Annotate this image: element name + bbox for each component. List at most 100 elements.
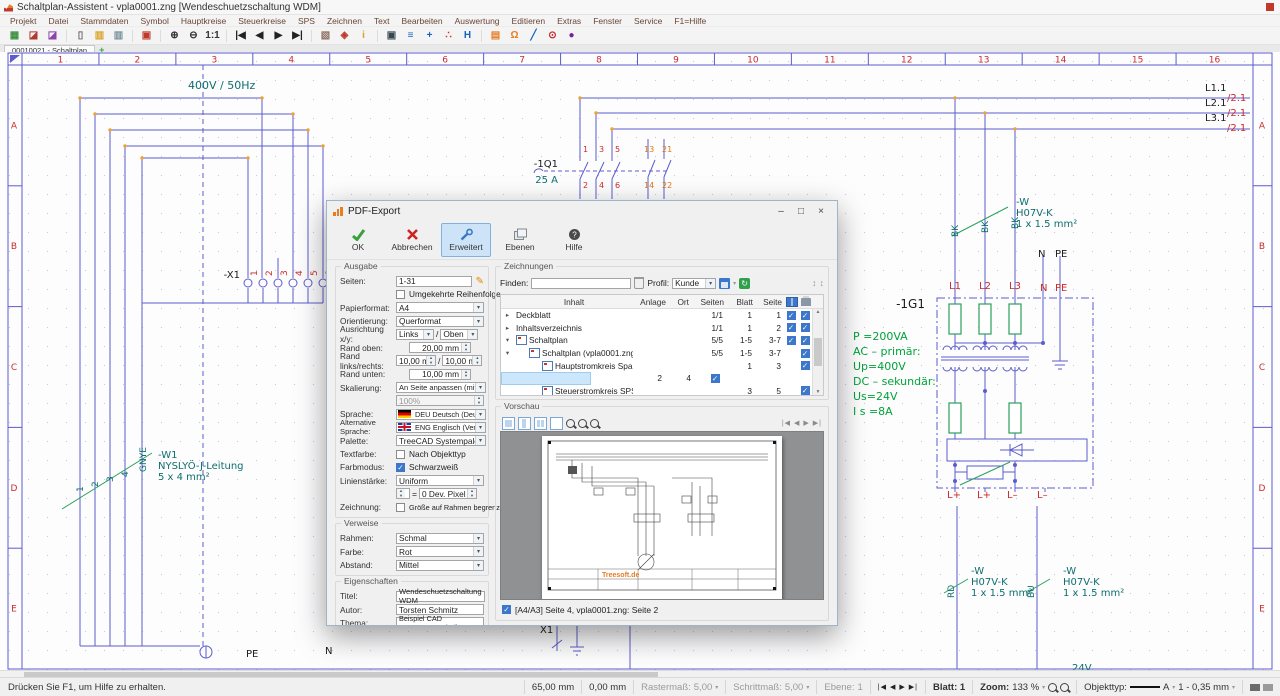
object-type-control[interactable]: Objekttyp: A▾ 1 - 0,35 mm▾ (1076, 680, 1242, 694)
wrench-icon[interactable]: ╱ (525, 29, 542, 43)
table-row[interactable]: ▸Inhaltsverzeichnis1/112 (501, 322, 812, 335)
preview-zoom-reset-icon[interactable] (590, 419, 599, 428)
print-checkbox[interactable] (801, 323, 810, 332)
chevron-down-icon[interactable]: ▾ (733, 280, 736, 287)
two-page-icon[interactable] (534, 417, 547, 430)
export-project-icon[interactable]: ◪ (44, 29, 61, 43)
table-row[interactable]: Steuerstromkreis SPS-Gesamtdarstellung35 (501, 385, 812, 395)
margin-top-spinner[interactable]: 20,00 mm▴▾ (409, 342, 471, 353)
menu-editieren[interactable]: Editieren (506, 16, 552, 26)
menu-sps[interactable]: SPS (292, 16, 321, 26)
menu-auswertung[interactable]: Auswertung (449, 16, 506, 26)
advanced-button[interactable]: Erweitert (441, 223, 491, 257)
ok-button[interactable]: OK (333, 223, 383, 257)
zoom-control[interactable]: Zoom:133 %▾ (972, 680, 1076, 694)
menu-service[interactable]: Service (628, 16, 668, 26)
table-vertical-scrollbar[interactable]: ▲▼ (812, 309, 823, 395)
omega-icon[interactable]: Ω (506, 29, 523, 43)
zoom-in-icon[interactable]: ⊕ (166, 29, 183, 43)
paper-format-select[interactable]: A4▾ (396, 302, 484, 313)
limit-to-frame-checkbox[interactable] (396, 503, 405, 512)
zoom-out-icon[interactable] (1060, 683, 1069, 692)
preview-page-checkbox[interactable] (502, 605, 511, 614)
sheet-first-button[interactable]: |◀ (878, 683, 887, 691)
clear-icon[interactable] (634, 277, 644, 289)
menu-steuerkreise[interactable]: Steuerkreise (232, 16, 292, 26)
power-icon[interactable]: ⊙ (544, 29, 561, 43)
menu-text[interactable]: Text (368, 16, 396, 26)
menu-zeichnen[interactable]: Zeichnen (321, 16, 368, 26)
fit-page-icon[interactable] (502, 417, 515, 430)
language-select[interactable]: DEU Deutsch (Deutschland)▾ (396, 409, 486, 420)
edit-pages-icon[interactable]: ✎ (476, 276, 484, 287)
device-pixel-spinner[interactable]: 0 Dev. Pixel▴▾ (419, 488, 477, 499)
text-color-checkbox[interactable] (396, 450, 405, 459)
align-y-select[interactable]: Oben▾ (440, 329, 478, 340)
line-weight-spinner[interactable]: ▴▾ (396, 488, 410, 499)
menu-hauptkreise[interactable]: Hauptkreise (175, 16, 232, 26)
color-select[interactable]: Rot▾ (396, 546, 484, 557)
pdf-checkbox[interactable] (787, 323, 796, 332)
sheet-prev-button[interactable]: ◀ (890, 683, 896, 691)
print-checkbox[interactable] (801, 349, 810, 358)
tree-expand-icon[interactable]: ▸ (501, 311, 514, 319)
orientation-select[interactable]: Querformat▾ (396, 316, 484, 327)
scaling-select[interactable]: An Seite anpassen (mit OAR)▾ (396, 382, 486, 393)
zoom-in-icon[interactable] (1048, 683, 1057, 692)
tree-expand-icon[interactable]: ▸ (501, 324, 514, 332)
clipboard-icon[interactable]: ▤ (487, 29, 504, 43)
zoom-actual-icon[interactable]: 1:1 (204, 29, 221, 43)
pdf-checkbox[interactable] (787, 311, 796, 320)
preview-zoom-in-icon[interactable] (566, 419, 575, 428)
profile-select[interactable]: Kunde▾ (672, 278, 716, 289)
palette-select[interactable]: TreeCAD Systempalette▾ (396, 435, 486, 446)
window-corner-icon[interactable] (1266, 3, 1274, 11)
zoom-out-icon[interactable]: ⊖ (185, 29, 202, 43)
line-weight-select[interactable]: Uniform▾ (396, 475, 484, 486)
menu-fenster[interactable]: Fenster (587, 16, 628, 26)
display-icon[interactable]: ▣ (383, 29, 400, 43)
move-down-icon[interactable]: ↕ (820, 278, 825, 288)
help-icon[interactable]: ● (563, 29, 580, 43)
sheet-navigation[interactable]: |◀ ◀ ▶ ▶| (870, 680, 925, 694)
sheet-last-button[interactable]: ▶| (909, 683, 918, 691)
print-checkbox[interactable] (801, 336, 810, 345)
print-checkbox[interactable] (801, 311, 810, 320)
dialog-maximize-button[interactable]: □ (791, 206, 811, 217)
status-end-icons[interactable] (1242, 680, 1280, 694)
step-setting[interactable]: Schrittmaß:5,00▾ (725, 680, 816, 694)
crosshair-icon[interactable]: + (421, 29, 438, 43)
print-icon[interactable]: ▥ (110, 29, 127, 43)
nav-last-icon[interactable]: ▶| (289, 29, 306, 43)
nav-first-icon[interactable]: |◀ (232, 29, 249, 43)
table-row[interactable]: ▸Deckblatt1/111 (501, 309, 812, 322)
sheet-next-button[interactable]: ▶ (899, 683, 905, 691)
preview-zoom-out-icon[interactable] (578, 419, 587, 428)
table-row[interactable]: ▾Schaltplan5/51-53-7 (501, 334, 812, 347)
helplines-icon[interactable]: H (459, 29, 476, 43)
nav-prev-icon[interactable]: ◀ (251, 29, 268, 43)
table-row[interactable]: Hauptstromkreis Motorsteuerung24 (501, 372, 591, 385)
layers-button[interactable]: Ebenen (495, 223, 545, 257)
print-checkbox[interactable] (801, 386, 810, 395)
title-input[interactable]: Wendeschuetzschaltung WDM (396, 591, 485, 602)
menu-symbol[interactable]: Symbol (135, 16, 175, 26)
subject-input[interactable]: Beispiel CAD Steuerungstechnik (396, 617, 484, 625)
snap-icon[interactable]: ∴ (440, 29, 457, 43)
menu-projekt[interactable]: Projekt (4, 16, 42, 26)
reverse-order-checkbox[interactable] (396, 290, 405, 299)
print-checkbox[interactable] (801, 361, 810, 370)
actual-size-icon[interactable] (550, 417, 563, 430)
grid-settings-icon[interactable]: ▦ (6, 29, 23, 43)
preview-first-button[interactable]: |◀ (782, 419, 791, 427)
table-row[interactable]: ▾Schaltplan (vpla0001.zng)5/51-53-7 (501, 347, 812, 360)
frame-select[interactable]: Schmal▾ (396, 533, 484, 544)
find-input[interactable] (531, 278, 631, 289)
save-profile-icon[interactable] (719, 278, 730, 289)
raster-setting[interactable]: Rastermaß:5,00▾ (633, 680, 725, 694)
preview-next-button[interactable]: ▶ (803, 419, 809, 427)
cancel-button[interactable]: Abbrechen (387, 223, 437, 257)
blackwhite-checkbox[interactable] (396, 463, 405, 472)
alt-language-select[interactable]: ENG Englisch (Vereinigtes Kör▾ (396, 422, 486, 433)
menu-bearbeiten[interactable]: Bearbeiten (396, 16, 449, 26)
